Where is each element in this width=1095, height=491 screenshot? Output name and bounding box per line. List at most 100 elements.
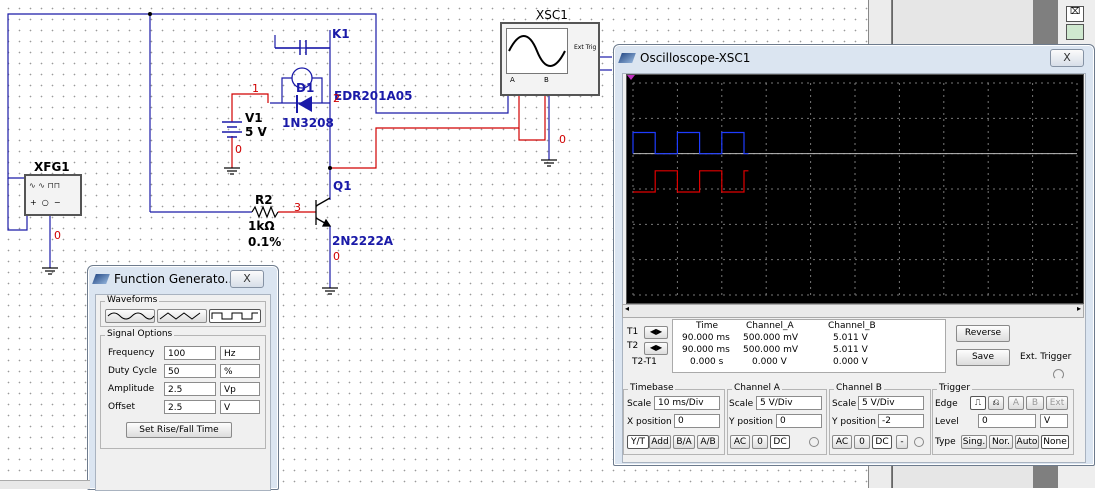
duty-cycle-unit[interactable]: % [220, 364, 260, 378]
readout-t2-a: 500.000 mV [743, 345, 799, 355]
trigger-none-button[interactable]: None [1041, 435, 1069, 449]
channel-b-terminal: B [544, 76, 549, 84]
scope-title-bar[interactable]: Oscilloscope-XSC1 [618, 51, 1054, 69]
timebase-label: Timebase [628, 383, 676, 393]
function-generator-instrument[interactable]: ∿ ∿ ⊓⊓ + ○ − [24, 174, 82, 216]
transistor-q1-symbol [315, 197, 332, 227]
trigger-level-unit[interactable]: V [1040, 414, 1068, 428]
amplitude-label: Amplitude [108, 384, 155, 394]
battery-v1-symbol [222, 121, 242, 138]
reverse-button[interactable]: Reverse [956, 325, 1010, 342]
xposition-input[interactable]: 0 [674, 414, 720, 428]
readout-header-channel-a: Channel_A [746, 321, 794, 331]
t2-label: T2 [627, 341, 639, 351]
toolbar-icon-2[interactable] [1066, 24, 1084, 40]
trigger-normal-button[interactable]: Nor. [989, 435, 1013, 449]
net-label-1: 1 [252, 82, 259, 95]
channel-b-invert-button[interactable]: - [896, 435, 908, 449]
rising-edge-button[interactable]: ⎍ [970, 396, 986, 410]
ext-trigger-terminal-icon[interactable] [1053, 369, 1064, 380]
xsc-label: XSC1 [536, 8, 568, 22]
offset-input[interactable]: 2.5 [164, 400, 216, 414]
channel-a-yposition-input[interactable]: 0 [776, 414, 822, 428]
scroll-left-icon[interactable]: ◂ [625, 304, 629, 313]
falling-edge-button[interactable]: ⎌ [988, 396, 1004, 410]
trigger-label: Trigger [937, 383, 973, 393]
offset-unit[interactable]: V [220, 400, 260, 414]
trigger-source-b-button[interactable]: B [1026, 396, 1044, 410]
readout-diff-time: 0.000 s [690, 357, 724, 367]
net-label-0-battery: 0 [235, 143, 242, 156]
fg-title-bar[interactable]: Function Generato... [92, 272, 238, 290]
oscilloscope-instrument[interactable]: Ext Trig A B [500, 22, 600, 96]
diode-ref: D1 [296, 81, 315, 95]
channel-a-terminal-icon[interactable] [809, 437, 819, 447]
scroll-right-icon[interactable]: ▸ [1077, 304, 1081, 313]
channel-b-zero-button[interactable]: 0 [854, 435, 870, 449]
channel-a-scale-input[interactable]: 5 V/Div [756, 396, 822, 410]
oscilloscope-display[interactable] [626, 74, 1084, 304]
trigger-edge-label: Edge [935, 399, 958, 409]
channel-a-terminal: A [510, 76, 515, 84]
readout-header-time: Time [696, 321, 719, 331]
amplitude-input[interactable]: 2.5 [164, 382, 216, 396]
channel-b-ac-button[interactable]: AC [832, 435, 852, 449]
readout-t2-time: 90.000 ms [682, 345, 730, 355]
ext-trigger-label: Ext. Trigger [1020, 352, 1072, 362]
channel-b-terminal-icon[interactable] [914, 437, 924, 447]
t1-arrows-button[interactable]: ◀▶ [644, 326, 668, 339]
fg-title: Function Generato... [114, 272, 237, 286]
channel-b-scale-input[interactable]: 5 V/Div [858, 396, 924, 410]
battery-value: 5 V [245, 125, 267, 139]
window-icon [618, 53, 636, 63]
sine-wave-button[interactable] [105, 309, 155, 323]
channel-b-dc-button[interactable]: DC [872, 435, 892, 449]
resistor-value: 1kΩ [248, 219, 275, 233]
trigger-marker [627, 75, 635, 80]
channel-a-zero-button[interactable]: 0 [752, 435, 768, 449]
wire-collector-to-scope-b [330, 92, 520, 169]
duty-cycle-input[interactable]: 50 [164, 364, 216, 378]
set-rise-fall-time-button[interactable]: Set Rise/Fall Time [126, 422, 232, 438]
triangle-wave-button[interactable] [157, 309, 207, 323]
timebase-scale-input[interactable]: 10 ms/Div [654, 396, 720, 410]
t2-arrows-button[interactable]: ◀▶ [644, 342, 668, 355]
channel-b-label: Channel B [834, 383, 884, 393]
frequency-unit[interactable]: Hz [220, 346, 260, 360]
close-button[interactable]: X [1050, 49, 1084, 67]
net-label-3: 3 [294, 201, 301, 214]
scope-title: Oscilloscope-XSC1 [640, 51, 751, 65]
diode-d1-symbol [296, 95, 312, 113]
channel-a-ac-button[interactable]: AC [730, 435, 750, 449]
yt-mode-button[interactable]: Y/T [627, 435, 649, 449]
trigger-auto-button[interactable]: Auto [1015, 435, 1039, 449]
channel-b-trace [633, 170, 749, 193]
channel-a-label: Channel A [732, 383, 782, 393]
diode-part: 1N3208 [282, 116, 334, 130]
trigger-source-a-button[interactable]: A [1008, 396, 1024, 410]
window-icon [92, 274, 110, 284]
toolbar-icon[interactable]: ⌧ [1066, 6, 1084, 22]
readout-t1-a: 500.000 mV [743, 333, 799, 343]
ab-mode-button[interactable]: A/B [697, 435, 719, 449]
readout-header-channel-b: Channel_B [828, 321, 876, 331]
scope-scrollbar[interactable]: ◂ ▸ [622, 304, 1084, 318]
trigger-single-button[interactable]: Sing. [961, 435, 987, 449]
square-wave-button[interactable] [209, 309, 261, 323]
waveform-icons: ∿ ∿ ⊓⊓ [29, 181, 60, 190]
add-mode-button[interactable]: Add [649, 435, 671, 449]
trigger-source-ext-button[interactable]: Ext [1046, 396, 1068, 410]
function-generator-window[interactable]: Function Generato... X Waveforms Signal … [87, 265, 279, 491]
amplitude-unit[interactable]: Vp [220, 382, 260, 396]
scope-icon-screen [506, 28, 568, 74]
frequency-input[interactable]: 100 [164, 346, 216, 360]
channel-b-yposition-input[interactable]: -2 [878, 414, 924, 428]
save-button[interactable]: Save [956, 349, 1010, 366]
close-button[interactable]: X [230, 270, 264, 288]
trigger-level-input[interactable]: 0 [978, 414, 1036, 428]
readout-t2-b: 5.011 V [833, 345, 868, 355]
channel-a-dc-button[interactable]: DC [770, 435, 790, 449]
resistor-tolerance: 0.1% [248, 235, 282, 249]
readout-diff-b: 0.000 V [833, 357, 868, 367]
ba-mode-button[interactable]: B/A [673, 435, 695, 449]
